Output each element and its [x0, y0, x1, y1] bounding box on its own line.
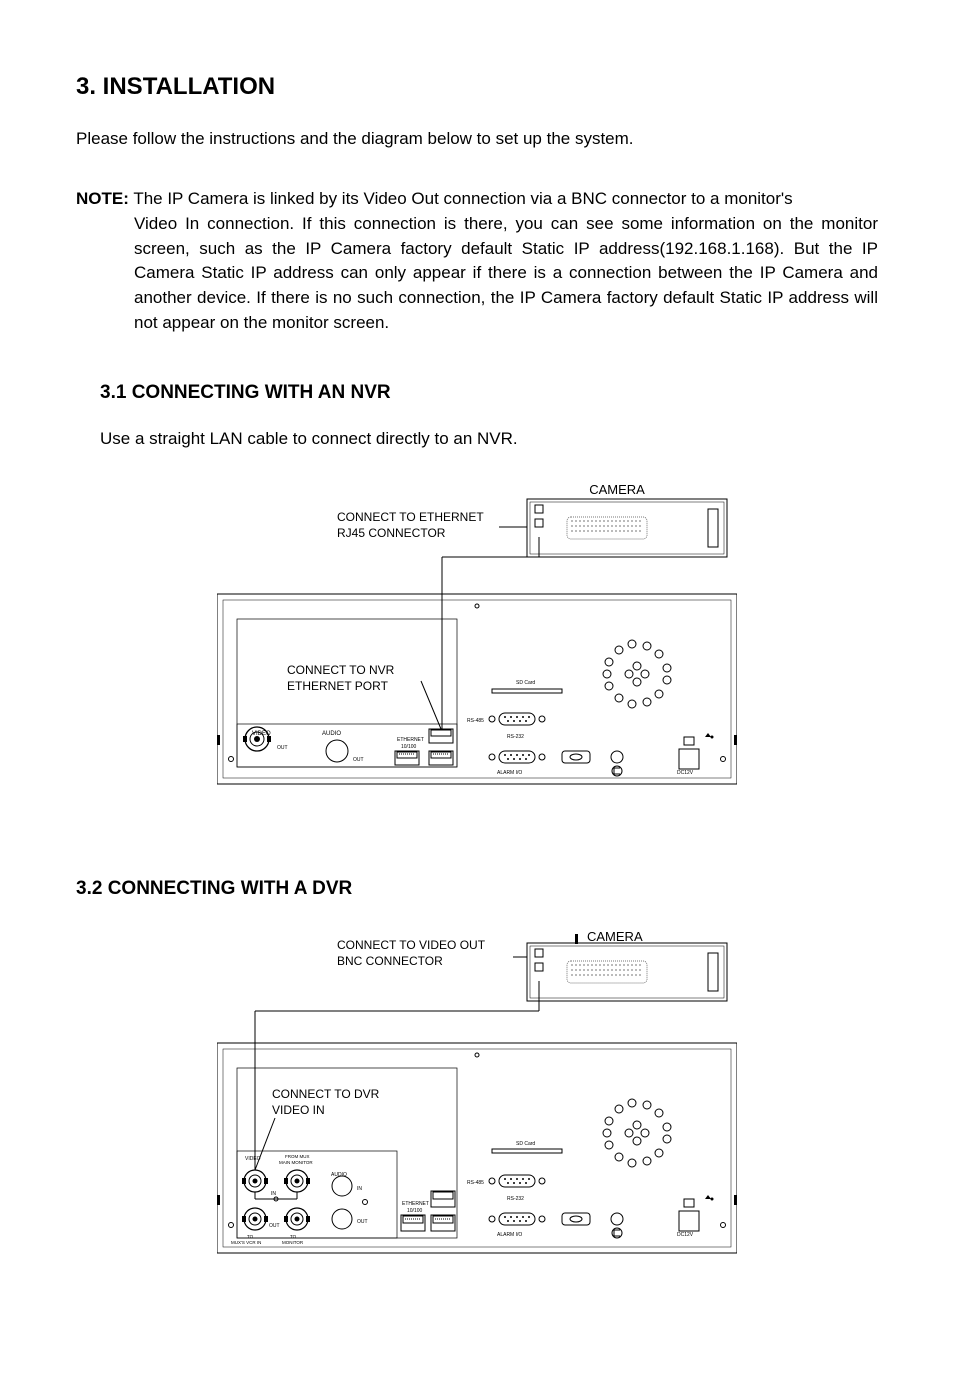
svg-text:DC12V: DC12V: [677, 1232, 694, 1238]
svg-text:OUT: OUT: [357, 1219, 368, 1225]
svg-text:MAIN MONITOR: MAIN MONITOR: [279, 1160, 313, 1165]
svg-text:AUDIO: AUDIO: [322, 731, 341, 737]
diagram-nvr: CAMERA CONNECT TO ETHERNET RJ45 CONNECTO…: [76, 479, 878, 819]
fan-vent-icon: [603, 1099, 671, 1167]
svg-text:CAMERA: CAMERA: [589, 482, 645, 497]
svg-text:RS-232: RS-232: [507, 1196, 524, 1202]
note-first-line: The IP Camera is linked by its Video Out…: [133, 189, 792, 208]
svg-text:RJ45 CONNECTOR: RJ45 CONNECTOR: [337, 526, 446, 540]
section-3-1-intro: Use a straight LAN cable to connect dire…: [100, 427, 878, 452]
note-label: NOTE:: [76, 189, 129, 208]
svg-text:ETHERNET PORT: ETHERNET PORT: [287, 679, 389, 693]
svg-text:CONNECT TO NVR: CONNECT TO NVR: [287, 663, 395, 677]
section-3-2-heading: 3.2 CONNECTING WITH A DVR: [76, 875, 878, 903]
svg-text:IN: IN: [271, 1191, 276, 1197]
nvr-panel-icon: VIDEO AUDIO OUT OUT ETHERNET 10/100 CONN…: [217, 594, 737, 784]
svg-text:CONNECT TO DVR: CONNECT TO DVR: [272, 1087, 380, 1101]
svg-text:OUT: OUT: [277, 745, 288, 751]
svg-text:SD Card: SD Card: [516, 680, 535, 686]
svg-text:10/100: 10/100: [407, 1208, 423, 1214]
camera-unit-icon: CAMERA: [527, 482, 727, 557]
fan-vent-icon: [603, 640, 671, 708]
svg-text:10/100: 10/100: [401, 744, 417, 750]
svg-text:ALARM I/O: ALARM I/O: [497, 1232, 522, 1238]
svg-text:OUT: OUT: [269, 1223, 280, 1229]
svg-text:OUT: OUT: [353, 757, 364, 763]
svg-text:AUDIO: AUDIO: [331, 1172, 347, 1178]
svg-text:CAMERA: CAMERA: [587, 929, 643, 944]
dvr-panel-icon: CONNECT TO DVR VIDEO IN VIDEO FROM MUX M…: [217, 1043, 737, 1253]
svg-text:FROM MUX: FROM MUX: [285, 1154, 310, 1159]
svg-text:CONNECT TO VIDEO OUT: CONNECT TO VIDEO OUT: [337, 938, 486, 952]
svg-text:SD Card: SD Card: [516, 1141, 535, 1147]
svg-text:ALARM I/O: ALARM I/O: [497, 770, 522, 776]
camera-unit-icon: [527, 943, 727, 1001]
svg-text:RS-232: RS-232: [507, 734, 524, 740]
svg-text:RS-485: RS-485: [467, 1180, 484, 1186]
svg-text:TO: TO: [247, 1234, 254, 1239]
bnc-connector-icon: [242, 1170, 268, 1192]
note-block: NOTE: The IP Camera is linked by its Vid…: [76, 187, 878, 335]
page-title: 3. INSTALLATION: [76, 70, 878, 105]
section-3-1-heading: 3.1 CONNECTING WITH AN NVR: [100, 379, 878, 407]
svg-text:MONITOR: MONITOR: [282, 1240, 304, 1245]
svg-text:RS-485: RS-485: [467, 718, 484, 724]
svg-text:VIDEO IN: VIDEO IN: [272, 1103, 325, 1117]
svg-text:DC12V: DC12V: [677, 770, 694, 776]
svg-text:BNC CONNECTOR: BNC CONNECTOR: [337, 954, 443, 968]
svg-text:CONNECT TO ETHERNET: CONNECT TO ETHERNET: [337, 510, 484, 524]
note-body: Video In connection. If this connection …: [134, 212, 878, 335]
intro-text: Please follow the instructions and the d…: [76, 127, 878, 152]
diagram-dvr: CAMERA CONNECT TO VIDEO OUT BNC CONNECTO…: [76, 923, 878, 1283]
svg-text:ETHERNET: ETHERNET: [397, 737, 424, 743]
svg-text:TO: TO: [290, 1234, 297, 1239]
svg-text:ETHERNET: ETHERNET: [402, 1201, 429, 1207]
svg-text:IN: IN: [357, 1186, 362, 1192]
svg-text:MUX'S VCR IN: MUX'S VCR IN: [231, 1240, 261, 1245]
